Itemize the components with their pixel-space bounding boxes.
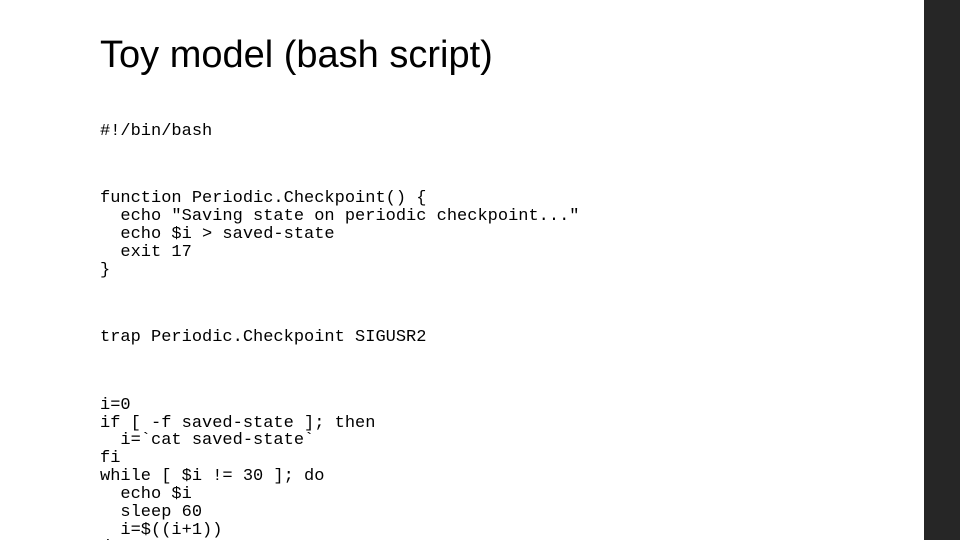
code-line: function Periodic.Checkpoint() { echo "S…: [100, 190, 880, 279]
code-line: #!/bin/bash: [100, 123, 880, 141]
code-line: i=0 if [ -f saved-state ]; then i=`cat s…: [100, 397, 880, 540]
code-line: trap Periodic.Checkpoint SIGUSR2: [100, 329, 880, 347]
slide-title: Toy model (bash script): [100, 34, 880, 77]
slide: Toy model (bash script) #!/bin/bash func…: [0, 0, 960, 540]
code-block: #!/bin/bash function Periodic.Checkpoint…: [100, 87, 880, 540]
slide-content: Toy model (bash script) #!/bin/bash func…: [100, 34, 880, 540]
accent-bar: [924, 0, 960, 540]
